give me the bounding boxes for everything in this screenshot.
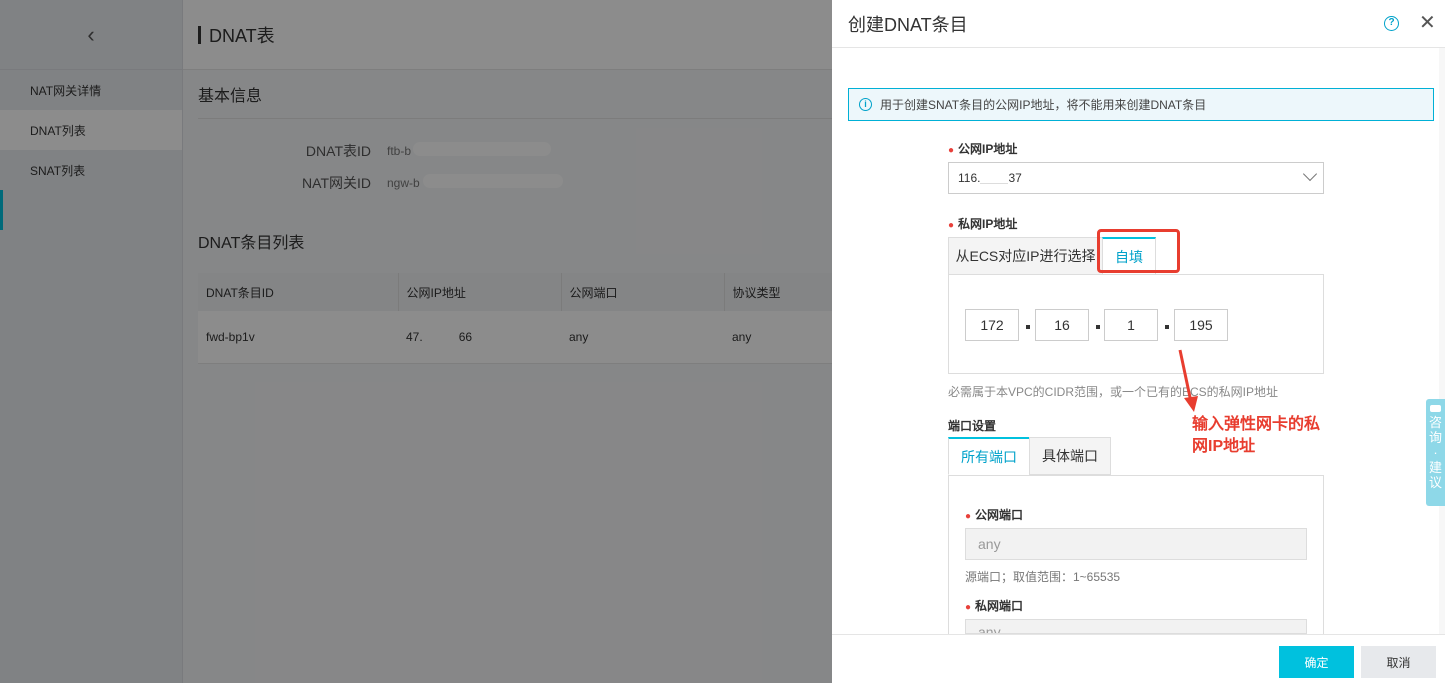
annotation-line: 网IP地址: [1192, 438, 1256, 455]
annotation-line: 输入弹性网卡的私: [1192, 416, 1321, 433]
feedback-char: ·: [1433, 445, 1438, 460]
feedback-char: 询: [1428, 430, 1442, 445]
feedback-char: 建: [1428, 460, 1442, 475]
feedback-widget[interactable]: 咨 询 · 建 议: [1426, 399, 1445, 506]
modal-overlay[interactable]: [0, 0, 832, 683]
annotation-arrow-icon: [1178, 349, 1198, 412]
feedback-char: 议: [1428, 475, 1442, 490]
create-dnat-panel: 创建DNAT条目 ? ✕ i 用于创建SNAT条目的公网IP地址，将不能用来创建…: [832, 0, 1445, 683]
cancel-button[interactable]: 取消: [1361, 646, 1436, 678]
chat-icon: [1430, 405, 1441, 412]
feedback-char: 咨: [1428, 415, 1442, 430]
confirm-button[interactable]: 确定: [1279, 646, 1354, 678]
annotation-text: 输入弹性网卡的私 网IP地址: [1192, 414, 1320, 458]
panel-footer: 确定 取消: [832, 634, 1445, 683]
